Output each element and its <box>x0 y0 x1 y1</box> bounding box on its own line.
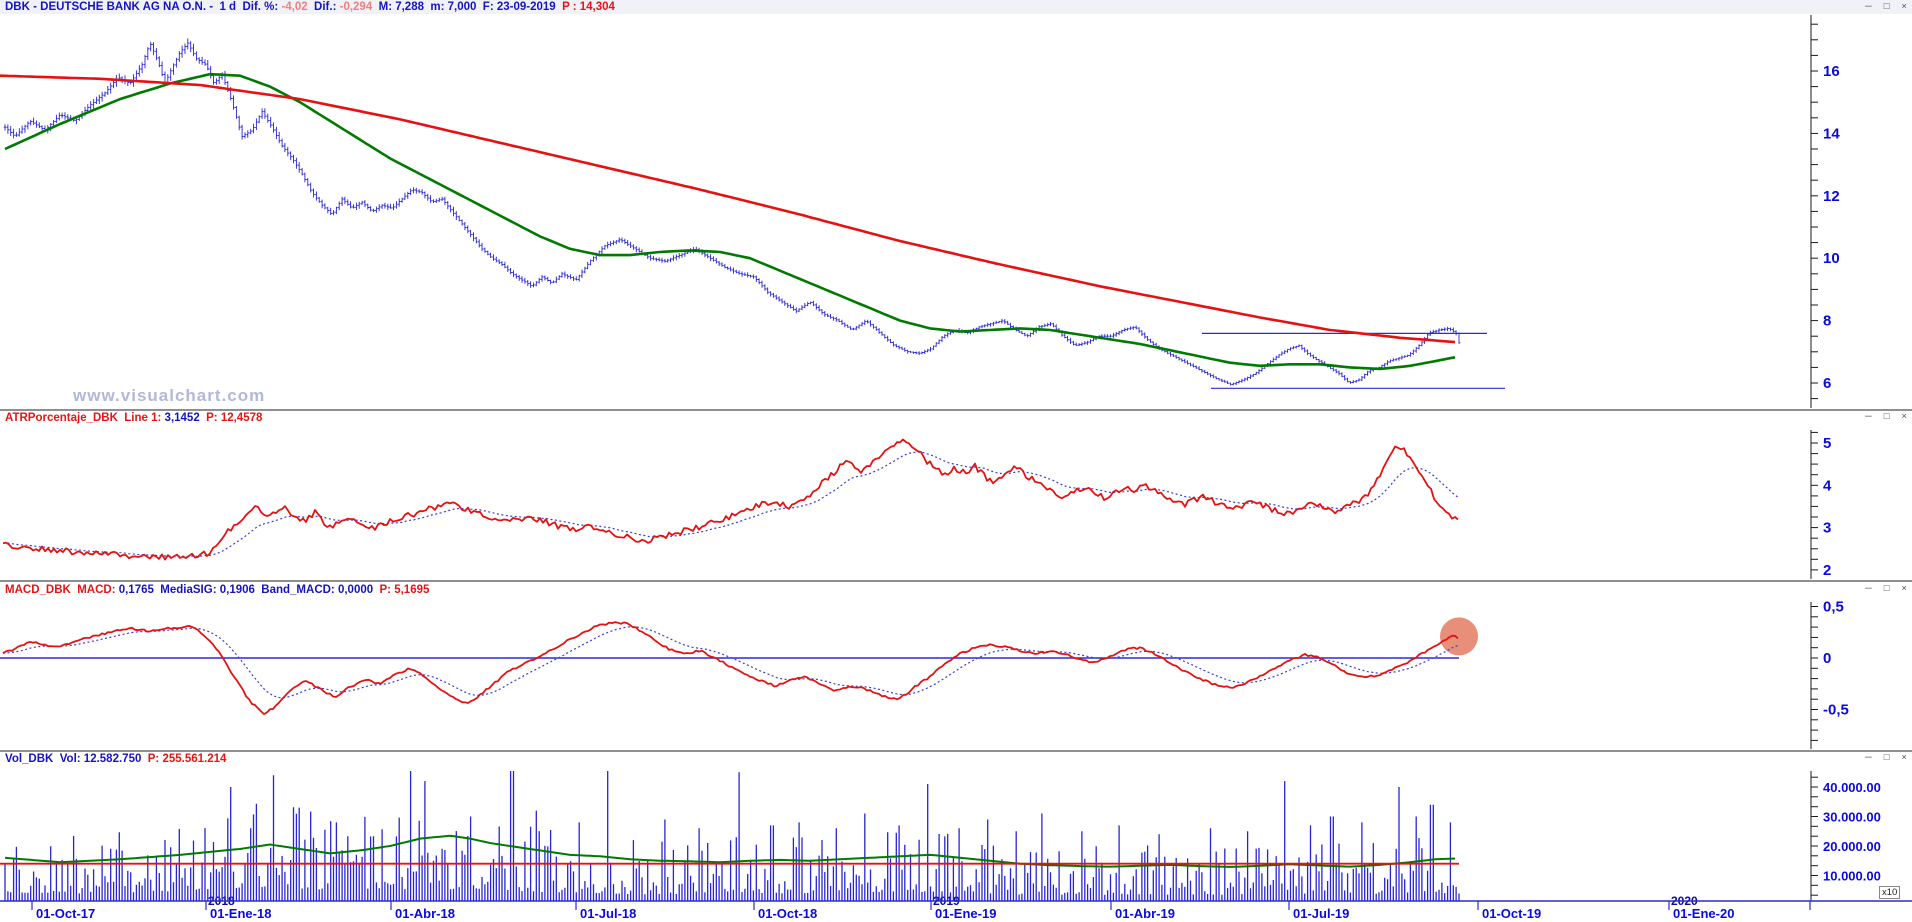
svg-text:40.000.00: 40.000.00 <box>1823 780 1881 795</box>
svg-text:10.000.00: 10.000.00 <box>1823 869 1881 884</box>
date-label: 01-Jul-19 <box>1293 906 1349 921</box>
svg-text:2: 2 <box>1823 562 1831 579</box>
date-label: 01-Oct-17 <box>36 906 95 921</box>
macd-line <box>2 621 1459 715</box>
minimize-button[interactable]: ─ <box>1865 411 1872 423</box>
atr-pane-y-axis[interactable]: 5 4 3 2 <box>1810 430 1832 579</box>
svg-text:10: 10 <box>1823 250 1840 267</box>
header-segment: P: 5,1695 <box>373 584 430 596</box>
svg-text:14: 14 <box>1823 125 1840 142</box>
maximize-button[interactable]: □ <box>1884 583 1890 595</box>
svg-text:0: 0 <box>1823 650 1831 667</box>
close-button[interactable]: × <box>1901 752 1907 764</box>
pane-window-controls: ─ □ × <box>1865 1 1907 13</box>
volume-bars <box>4 771 1460 901</box>
pane-separator[interactable] <box>0 750 1912 752</box>
pane-window-controls: ─ □ × <box>1865 583 1907 595</box>
header-segment: P: 255.561.214 <box>141 753 227 765</box>
date-label: 01-Abr-19 <box>1115 906 1175 921</box>
date-label: 01-Jul-18 <box>580 906 636 921</box>
svg-text:-0,5: -0,5 <box>1823 702 1849 719</box>
close-button[interactable]: × <box>1901 411 1907 423</box>
price-chart[interactable] <box>0 38 1505 389</box>
header-segment: Vol_DBK Vol: 12.582.750 <box>5 753 142 765</box>
macd-pane-y-axis[interactable]: 0,5 0 -0,5 <box>1810 599 1849 750</box>
volume-pane-header: Vol_DBK Vol: 12.582.750 P: 255.561.214 <box>5 753 227 765</box>
svg-text:8: 8 <box>1823 313 1831 330</box>
atr-chart[interactable] <box>2 438 1459 561</box>
header-segment: ATRPorcentaje_DBK Line 1: <box>5 412 165 424</box>
svg-text:4: 4 <box>1823 477 1832 494</box>
date-label: 01-Ene-18 <box>210 906 271 921</box>
macd-signal-line <box>2 626 1459 699</box>
atr-pane-header: ATRPorcentaje_DBK Line 1: 3,1452 P: 12,4… <box>5 412 263 424</box>
macd-pane-header: MACD_DBK MACD: 0,1765 MediaSIG: 0,1906 B… <box>5 584 430 596</box>
minimize-button[interactable]: ─ <box>1865 1 1872 13</box>
minimize-button[interactable]: ─ <box>1865 583 1872 595</box>
close-button[interactable]: × <box>1901 583 1907 595</box>
macd-crossover-annotation <box>1440 617 1478 656</box>
svg-text:20.000.00: 20.000.00 <box>1823 839 1881 854</box>
header-segment: MediaSIG: 0,1906 Band_MACD: 0,0000 <box>153 584 374 596</box>
date-label: 01-Abr-18 <box>395 906 455 921</box>
date-label: 01-Oct-18 <box>758 906 817 921</box>
date-label: 01-Ene-19 <box>935 906 996 921</box>
svg-text:16: 16 <box>1823 63 1840 80</box>
svg-text:5: 5 <box>1823 435 1831 452</box>
moving-average-green <box>4 72 1456 371</box>
pane-separator[interactable] <box>0 409 1912 411</box>
atr-line <box>2 438 1459 561</box>
header-segment: 0,1765 <box>118 584 154 596</box>
svg-text:6: 6 <box>1823 375 1831 392</box>
pane-window-controls: ─ □ × <box>1865 411 1907 423</box>
volume-scale-multiplier: x10 <box>1879 886 1901 899</box>
vol-pane-y-axis[interactable]: 40.000.00 30.000.00 20.000.00 10.000.00 <box>1810 771 1881 901</box>
volume-chart[interactable] <box>0 765 1460 901</box>
charts-canvas[interactable]: 16 14 12 10 8 6 5 4 3 2 0,5 0 -0,5 40.000.00 30.000.00… <box>0 0 1912 922</box>
header-segment: MACD_DBK MACD: <box>5 584 119 596</box>
date-label: 01-Ene-20 <box>1673 906 1734 921</box>
svg-text:3: 3 <box>1823 520 1831 537</box>
maximize-button[interactable]: □ <box>1884 752 1890 764</box>
visual-chart-window: DBK - DEUTSCHE BANK AG NA O.N. - 1 d Dif… <box>0 0 1912 922</box>
pane-separator[interactable] <box>0 580 1912 582</box>
svg-text:30.000.00: 30.000.00 <box>1823 810 1881 825</box>
header-segment: P: 12,4578 <box>199 412 263 424</box>
minimize-button[interactable]: ─ <box>1865 752 1872 764</box>
date-label: 01-Oct-19 <box>1482 906 1541 921</box>
close-button[interactable]: × <box>1901 1 1907 13</box>
macd-chart[interactable] <box>0 617 1478 715</box>
price-pane-y-axis[interactable]: 16 14 12 10 8 6 <box>1810 15 1840 408</box>
header-segment: 3,1452 <box>164 412 200 424</box>
moving-average-red <box>0 74 1456 344</box>
pane-window-controls: ─ □ × <box>1865 752 1907 764</box>
svg-text:12: 12 <box>1823 188 1840 205</box>
maximize-button[interactable]: □ <box>1884 411 1890 423</box>
svg-text:0,5: 0,5 <box>1823 599 1844 616</box>
maximize-button[interactable]: □ <box>1884 1 1890 13</box>
